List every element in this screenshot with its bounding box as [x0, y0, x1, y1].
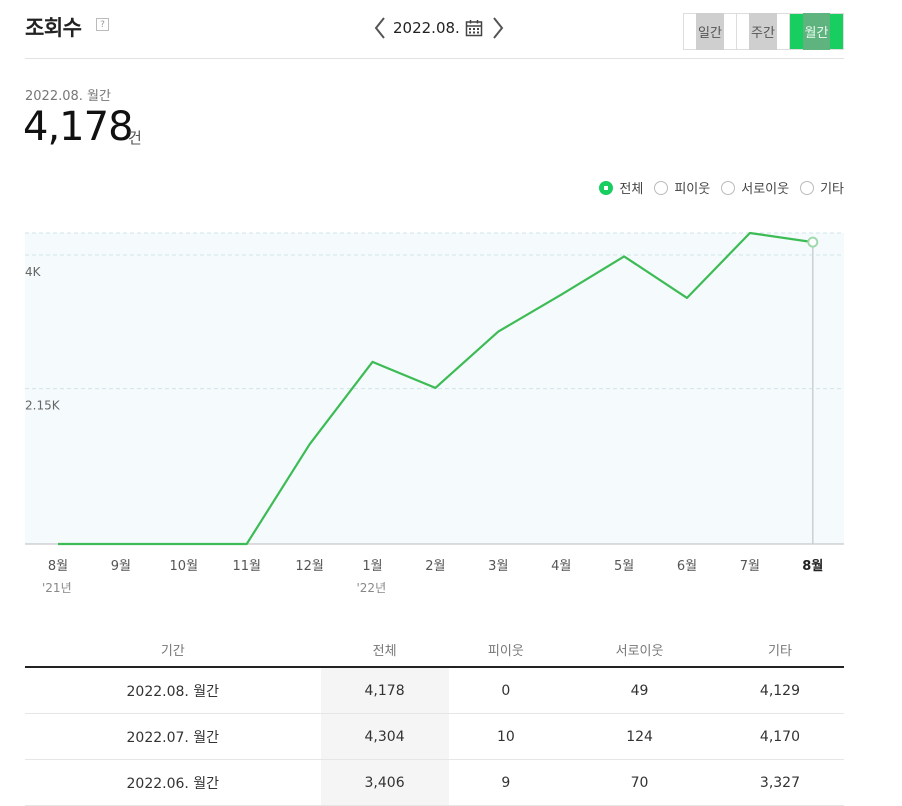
table-row: 2022.07. 월간 4,304 10 124 4,170 [25, 713, 844, 760]
legend-label: 기타 [820, 182, 844, 197]
x-tick-label: 4월 [551, 559, 571, 574]
chevron-right-icon [493, 17, 504, 39]
summary-period-label: 2022.08. 월간 [25, 89, 111, 104]
summary-total-value: 4,178 [23, 104, 134, 150]
cell-non-neighbor: 0 [448, 667, 564, 714]
legend-item-other[interactable]: 기타 [800, 178, 844, 197]
data-point [807, 236, 819, 248]
x-tick-label: 6월 [677, 559, 697, 574]
legend-label: 피이웃 [674, 182, 711, 197]
radio-icon [800, 180, 815, 195]
column-header: 기타 [715, 632, 844, 668]
column-header: 서로이웃 [563, 632, 716, 668]
x-tick-label: 3월 [488, 559, 508, 574]
legend-item-mutual-neighbor[interactable]: 서로이웃 [721, 178, 789, 197]
y-tick-label: 4K [25, 265, 42, 279]
summary-unit: 건 [128, 129, 142, 147]
x-tick-label: 8월 [802, 558, 823, 574]
x-tick-label: 2월 [425, 559, 445, 574]
y-tick-label: 2.15K [25, 399, 61, 413]
cell-period: 2022.07. 월간 [25, 713, 321, 760]
page-title: 조회수 [25, 16, 82, 40]
views-line-chart: 2.15K 4K 8월 9월 10월 11월 12월 1월 2월 3월 4월 5월 6월 7월 8월 '21년… [25, 231, 844, 595]
period-daily-button[interactable]: 일간 [684, 13, 737, 50]
x-tick-label: 5월 [614, 559, 634, 574]
column-header: 기간 [25, 632, 321, 668]
chevron-left-icon [374, 17, 385, 39]
x-tick-label: 9월 [111, 559, 131, 574]
cell-total: 4,178 [320, 667, 449, 714]
period-label: 주간 [749, 13, 777, 50]
x-year-label: '21년 [42, 581, 72, 595]
legend-item-total[interactable]: 전체 [599, 178, 643, 197]
cell-mutual-neighbor: 124 [563, 713, 716, 760]
calendar-icon[interactable] [465, 19, 483, 37]
x-tick-label: 11월 [232, 559, 261, 574]
legend-label: 전체 [619, 182, 644, 197]
column-header: 피이웃 [448, 632, 564, 668]
date-navigator: 2022.08. [371, 14, 507, 42]
period-label: 월간 [802, 13, 831, 50]
table-row: 2022.08. 월간 4,178 0 49 4,129 [25, 667, 844, 714]
views-table: 기간 전체 피이웃 서로이웃 기타 2022.08. 월간 4,178 0 49… [25, 632, 844, 806]
cell-total: 4,304 [320, 713, 449, 760]
legend-item-non-neighbor[interactable]: 피이웃 [654, 178, 710, 197]
x-tick-label: 12월 [295, 559, 324, 574]
next-month-button[interactable] [489, 14, 507, 42]
period-weekly-button[interactable]: 주간 [737, 13, 790, 50]
x-year-label: '22년 [357, 581, 387, 595]
cell-period: 2022.08. 월간 [25, 667, 321, 714]
prev-month-button[interactable] [371, 14, 389, 42]
cell-other: 4,129 [715, 667, 844, 714]
legend-label: 서로이웃 [741, 182, 790, 197]
period-label: 일간 [696, 13, 724, 50]
x-tick-label: 1월 [362, 559, 382, 574]
column-header: 전체 [320, 632, 449, 668]
current-date: 2022.08. [393, 19, 460, 37]
radio-icon [721, 180, 736, 195]
radio-icon [654, 180, 669, 195]
radio-selected-icon [599, 180, 614, 195]
header: 조회수 ? 2022.08. 일간 주간 월간 [25, 0, 844, 59]
cell-other: 4,170 [715, 713, 844, 760]
cell-non-neighbor: 10 [448, 713, 564, 760]
x-tick-label: 7월 [740, 559, 760, 574]
x-tick-label: 10월 [170, 559, 199, 574]
help-icon[interactable]: ? [96, 18, 109, 31]
table-header-row: 기간 전체 피이웃 서로이웃 기타 [25, 632, 844, 668]
chart-legend: 전체 피이웃 서로이웃 기타 [588, 178, 844, 197]
period-toggle: 일간 주간 월간 [683, 13, 844, 50]
x-tick-label: 8월 [48, 559, 68, 574]
cell-mutual-neighbor: 49 [563, 667, 716, 714]
period-monthly-button[interactable]: 월간 [790, 13, 843, 50]
